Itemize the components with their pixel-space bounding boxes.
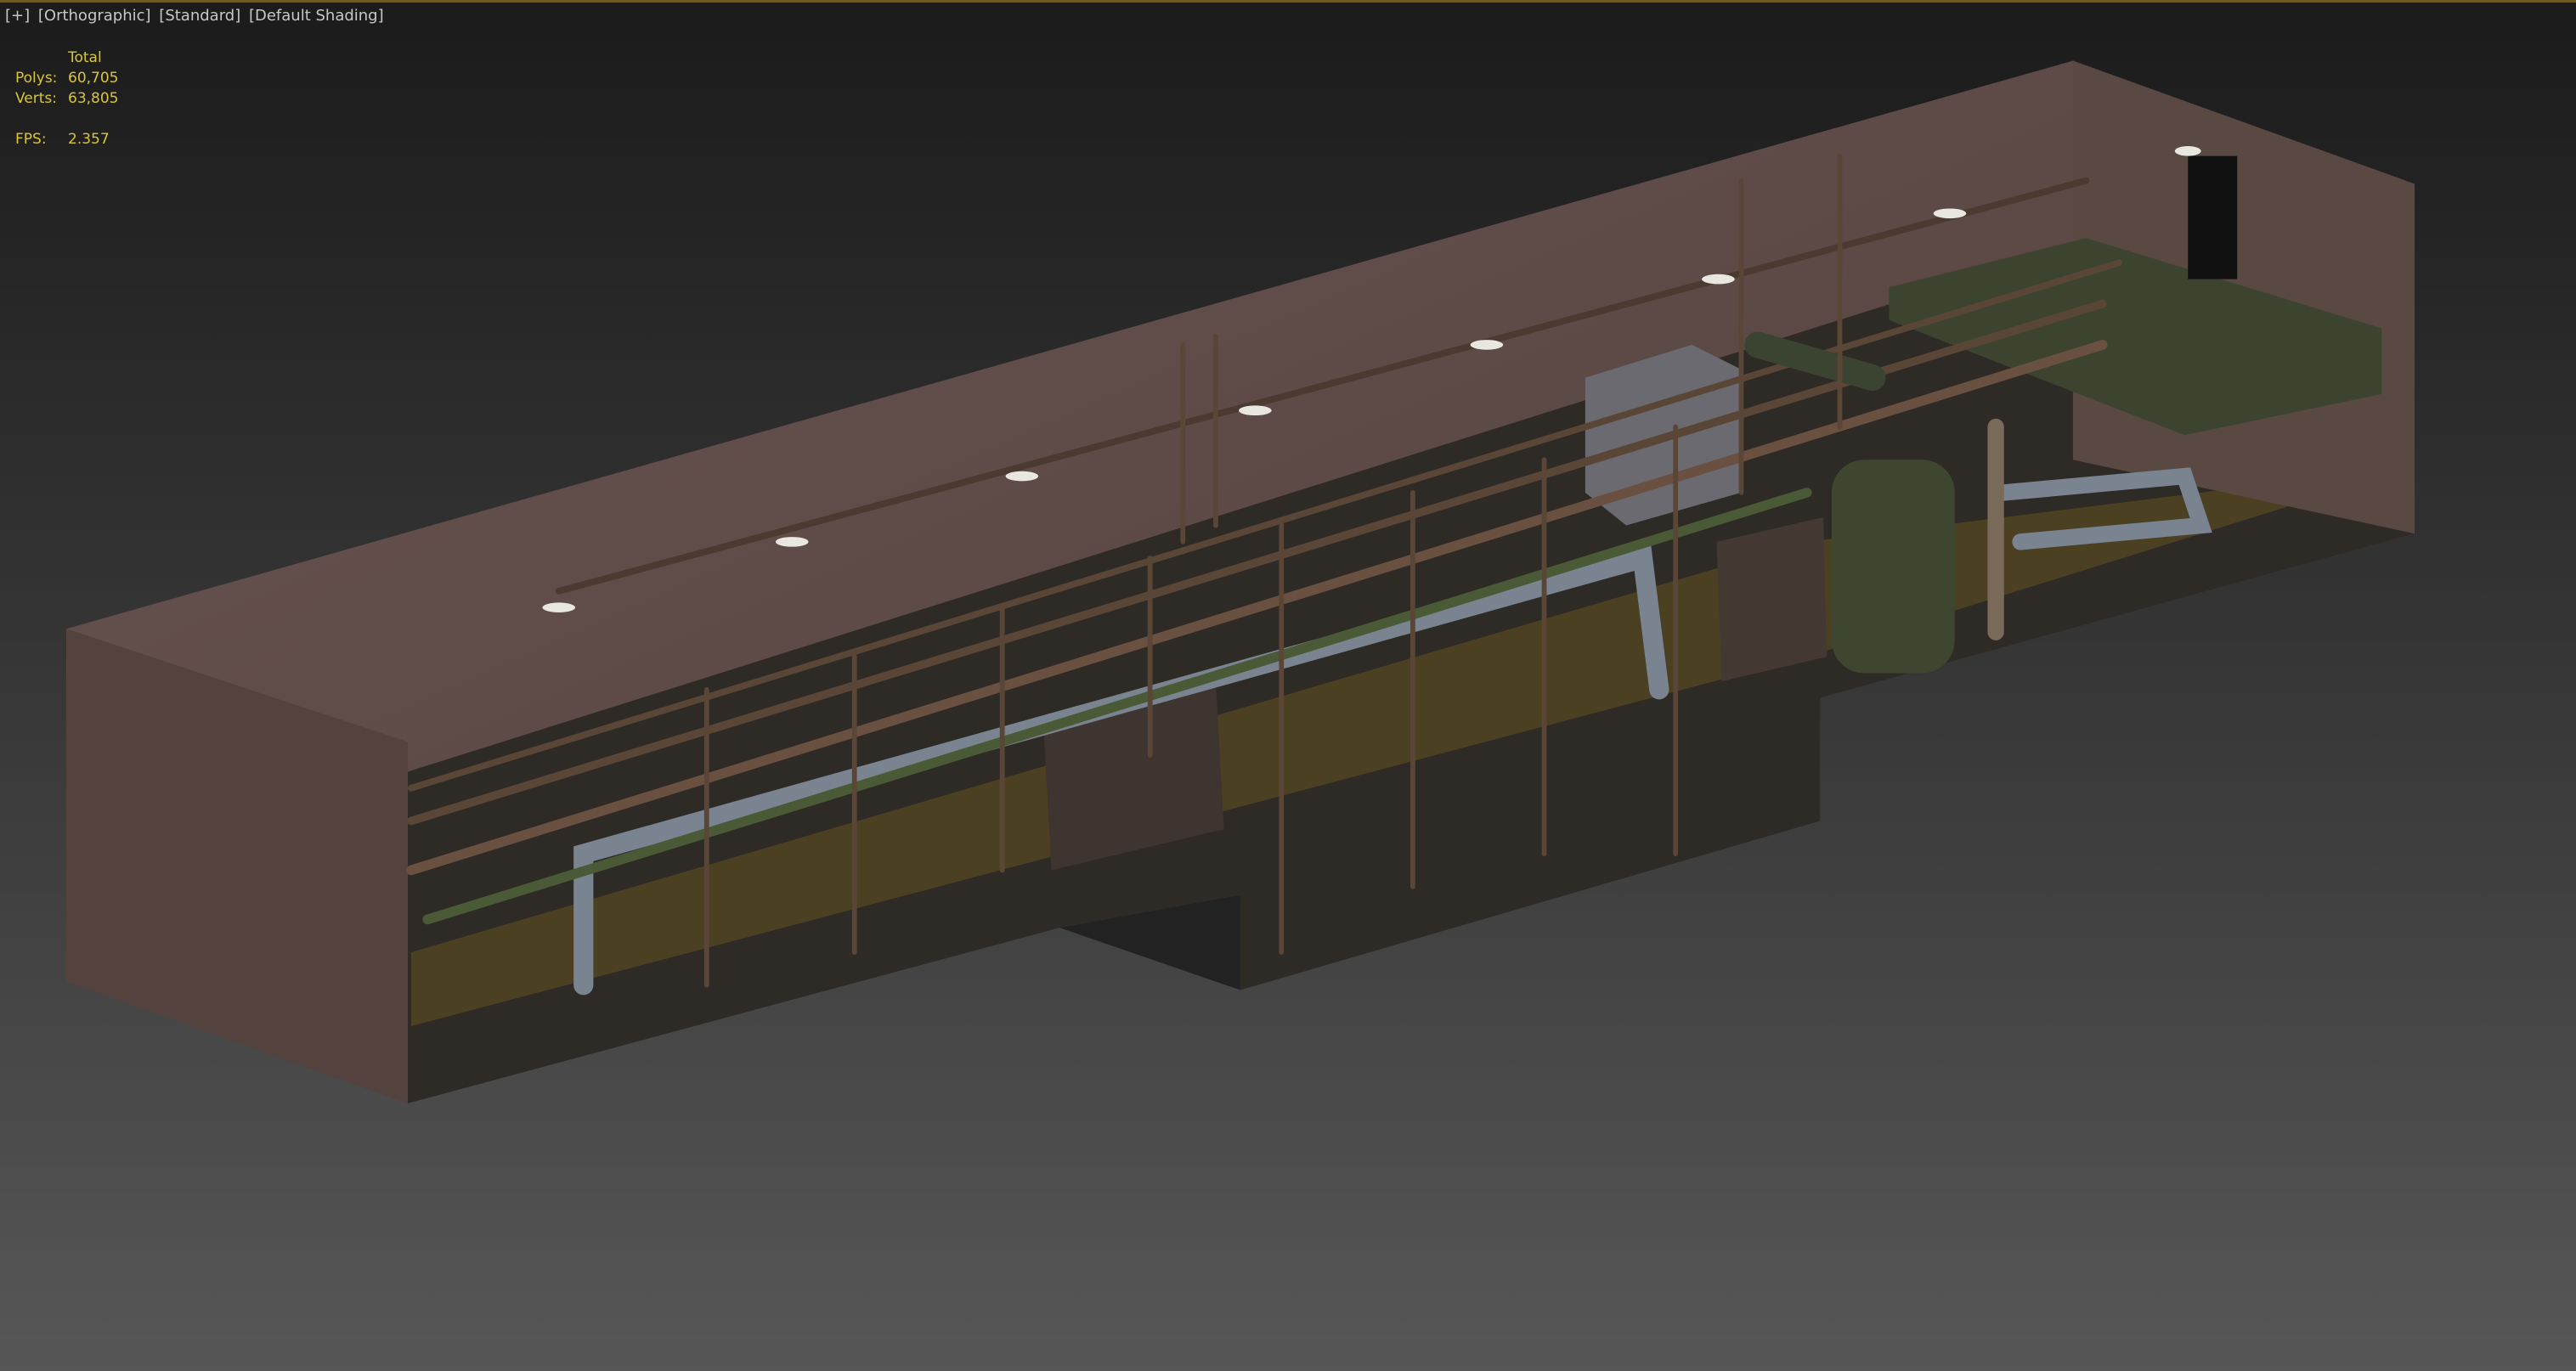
door[interactable] xyxy=(2188,155,2238,279)
3d-scene-model[interactable] xyxy=(0,0,2576,1371)
metal-panel-2 xyxy=(1716,516,1827,682)
green-tank xyxy=(1831,460,1955,674)
